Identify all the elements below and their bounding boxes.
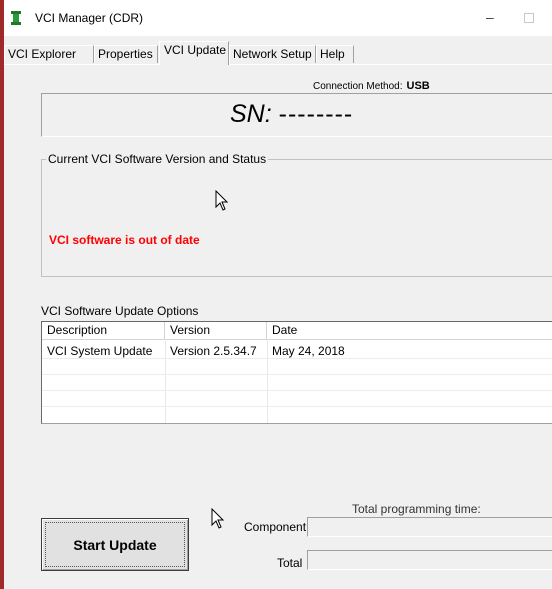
connection-method-label: Connection Method:	[313, 81, 403, 92]
start-update-button[interactable]: Start Update	[41, 518, 189, 571]
tab-label: VCI Update	[164, 43, 227, 57]
status-group-legend: Current VCI Software Version and Status	[46, 152, 269, 166]
tab-help[interactable]: Help	[316, 45, 354, 63]
tab-vci-explorer[interactable]: VCI Explorer	[4, 45, 94, 63]
tab-divider	[4, 64, 552, 65]
total-programming-time-label: Total programming time:	[352, 502, 481, 516]
serial-number-label: SN:	[230, 100, 272, 128]
connection-method: Connection Method: USB	[313, 80, 430, 92]
total-progress-bar	[307, 550, 552, 570]
tab-network-setup[interactable]: Network Setup	[229, 45, 316, 63]
tab-properties[interactable]: Properties	[94, 45, 158, 63]
update-options-label: VCI Software Update Options	[41, 304, 199, 318]
update-options-list[interactable]: Description Version Date VCI System Upda…	[41, 321, 552, 424]
row-separator	[42, 374, 552, 375]
window-title: VCI Manager (CDR)	[35, 11, 144, 25]
row-separator	[42, 406, 552, 407]
serial-number: SN: --------	[230, 100, 353, 129]
tab-label: Properties	[98, 47, 153, 61]
component-progress-bar	[307, 517, 552, 537]
connection-method-value: USB	[406, 80, 430, 92]
cell-description: VCI System Update	[47, 344, 153, 358]
title-bar: VCI Manager (CDR) –	[4, 0, 552, 36]
list-header: Description Version Date	[42, 322, 552, 340]
status-message: VCI software is out of date	[49, 233, 200, 247]
mouse-pointer-icon	[215, 190, 229, 211]
total-progress-label: Total	[277, 556, 303, 570]
serial-number-value: --------	[278, 100, 354, 128]
maximize-button[interactable]	[524, 13, 534, 23]
cell-date: May 24, 2018	[272, 344, 345, 358]
cell-version: Version 2.5.34.7	[170, 344, 257, 358]
vci-app-icon	[11, 11, 21, 25]
row-separator	[42, 358, 552, 359]
component-progress-label: Component	[244, 520, 307, 534]
tab-label: VCI Explorer	[8, 47, 77, 61]
mouse-pointer-icon	[211, 508, 225, 529]
status-group	[41, 159, 552, 277]
table-row[interactable]: VCI System Update Version 2.5.34.7 May 2…	[42, 344, 552, 358]
row-separator	[42, 390, 552, 391]
tab-label: Help	[320, 47, 345, 61]
minimize-button[interactable]: –	[486, 9, 494, 25]
column-description[interactable]: Description	[42, 322, 165, 339]
tab-vci-update[interactable]: VCI Update	[159, 41, 229, 65]
column-date[interactable]: Date	[267, 322, 552, 339]
tab-label: Network Setup	[233, 47, 312, 61]
column-version[interactable]: Version	[165, 322, 267, 339]
